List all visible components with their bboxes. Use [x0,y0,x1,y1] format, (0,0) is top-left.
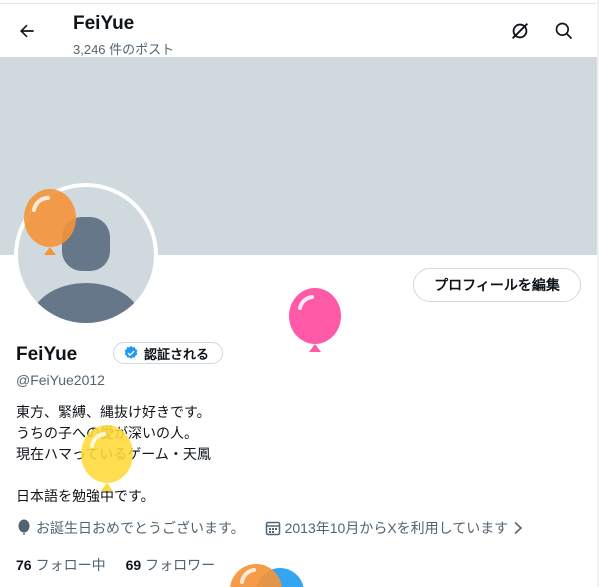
joined-date-link[interactable]: 2013年10月からXを利用しています [265,518,525,538]
joined-text: 2013年10月からXを利用しています [284,520,509,536]
partial-balloons-icon [230,564,304,587]
follow-stats: 76 フォロー中 69 フォロワー [16,555,215,575]
get-verified-button[interactable]: 認証される [113,342,224,364]
profile-bio: 東方、緊縛、縄抜け好きです。 うちの子への愛が深いの人。 現在ハマっているゲーム… [16,404,211,504]
search-button[interactable] [550,17,578,45]
profile-meta: お誕生日おめでとうございます。 2013年10月からXを利用しています [16,518,544,538]
profile-header: FeiYue 3,246 件のポスト [0,4,597,57]
grok-icon [512,23,528,39]
search-icon [555,22,573,40]
followers-count: 69 [125,557,142,573]
following-label: フォロー中 [35,557,106,573]
header-title: FeiYue [73,13,135,34]
grok-button[interactable] [506,17,534,45]
back-button[interactable] [12,16,42,46]
default-avatar-icon [18,187,154,323]
verify-label: 認証される [144,346,210,362]
edit-profile-button[interactable]: プロフィールを編集 [413,268,581,302]
profile-handle: @FeiYue2012 [16,372,105,388]
following-count: 76 [16,557,32,573]
followers-label: フォロワー [145,557,216,573]
avatar[interactable] [14,183,158,327]
back-arrow-icon [20,24,34,38]
post-count: 3,246 件のポスト [73,42,175,57]
birthday-text: お誕生日おめでとうございます。 [36,520,245,536]
chevron-right-icon [514,521,523,535]
calendar-icon [265,521,280,536]
birthday-item: お誕生日おめでとうございます。 [16,518,245,538]
pink-balloon-icon [289,288,341,352]
verified-badge-icon [124,346,138,359]
balloon-icon [18,519,30,535]
following-link[interactable]: 76 フォロー中 [16,555,106,575]
followers-link[interactable]: 69 フォロワー [126,555,216,575]
profile-name: FeiYue [16,344,78,365]
